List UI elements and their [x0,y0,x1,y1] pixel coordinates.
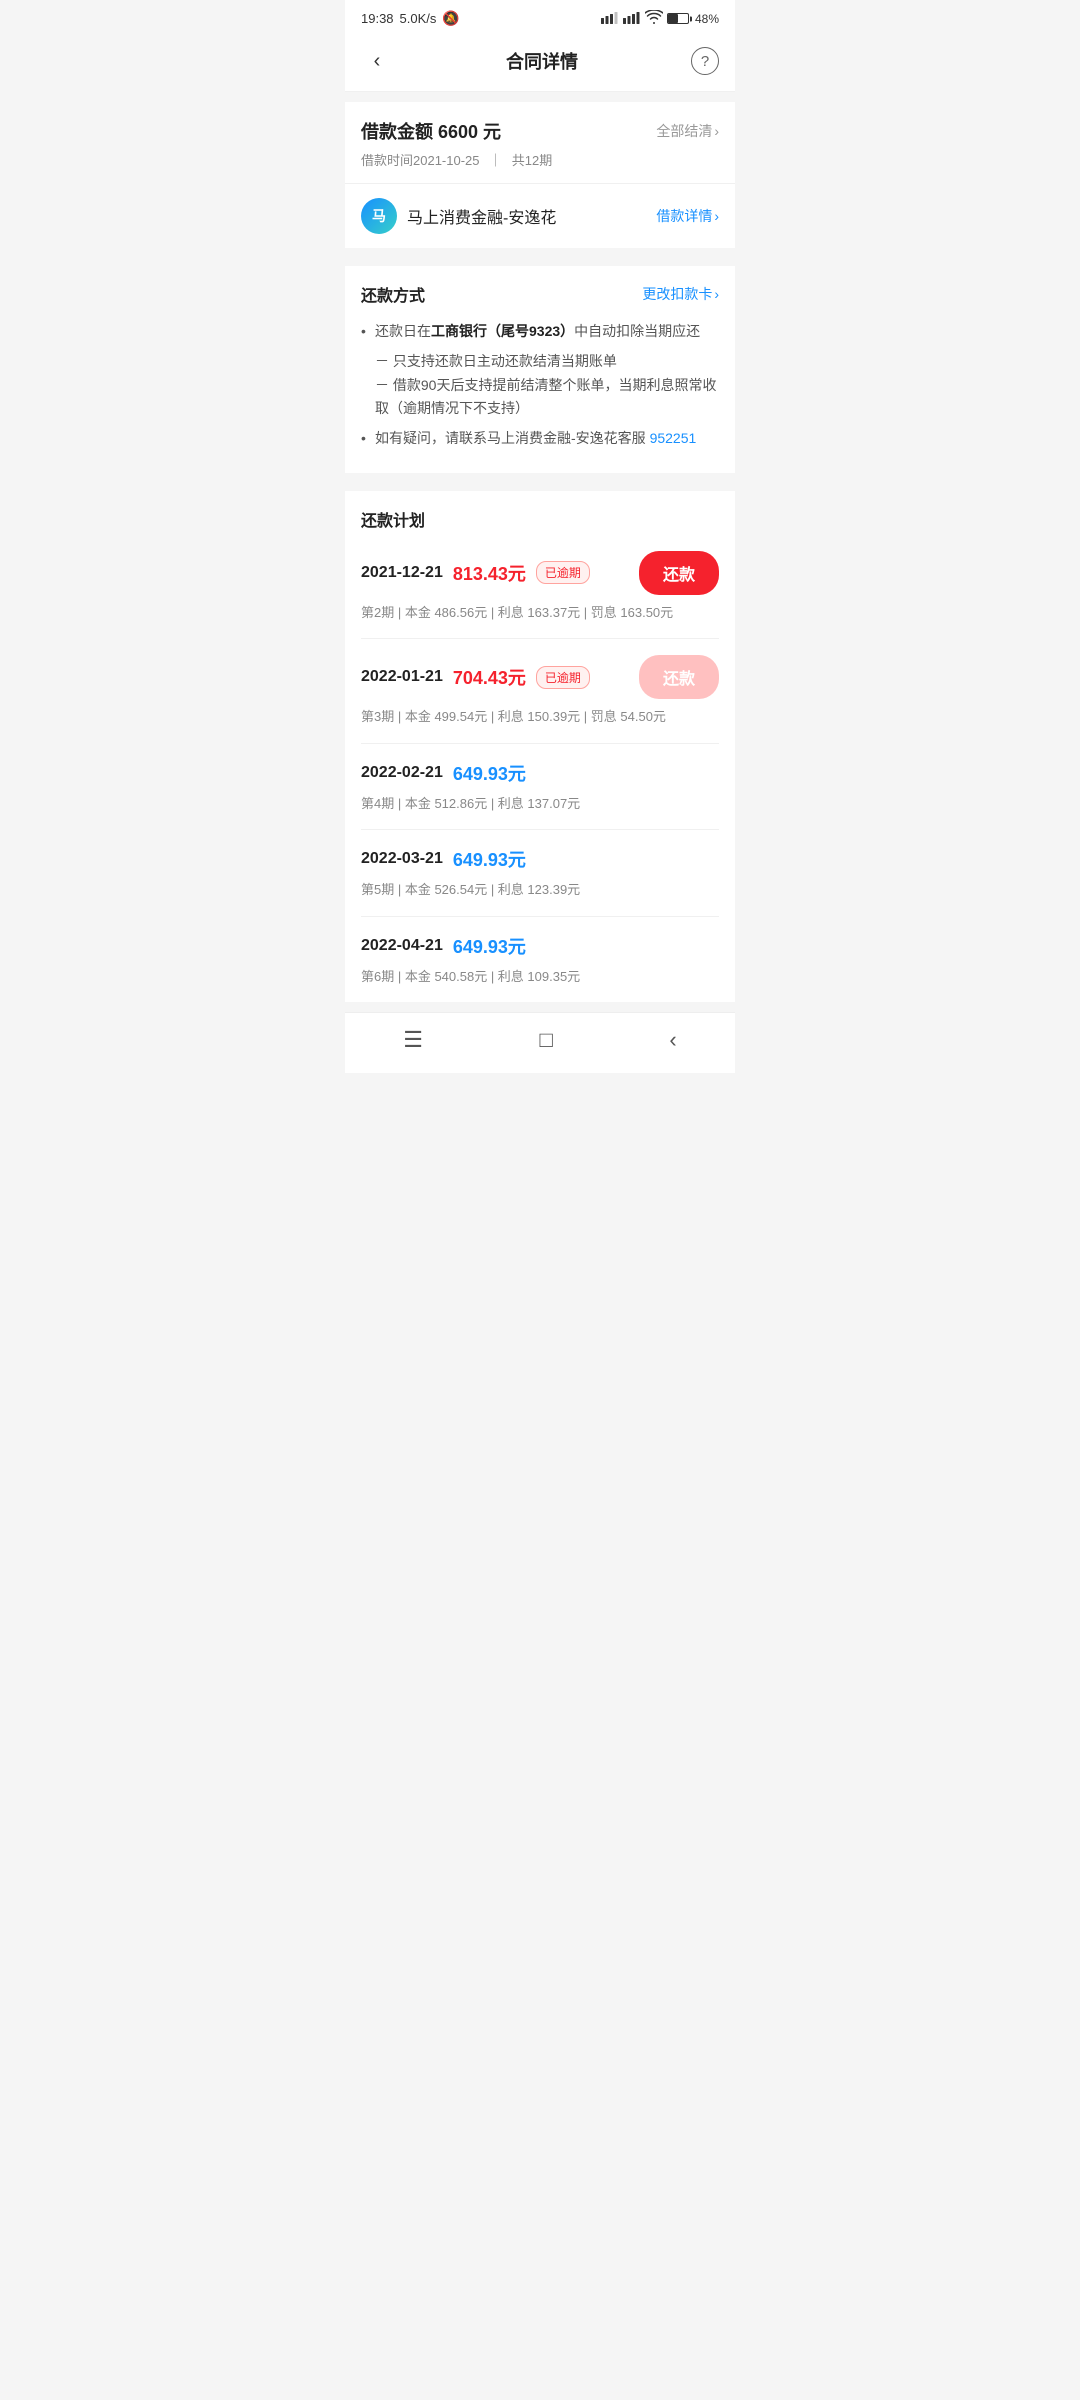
plan-date: 2021-12-21 [361,564,443,582]
no-notification-icon: 🔕 [442,10,459,27]
detail-chevron-icon: › [714,208,719,224]
lender-row: 马 马上消费金融-安逸花 借款详情 › [345,183,735,248]
repay-method-item-3: 如有疑问，请联系马上消费金融-安逸花客服 952251 [361,427,719,451]
repay-method-item-1: 还款日在工商银行（尾号9323）中自动扣除当期应还 [361,320,719,344]
plan-date: 2022-03-21 [361,850,443,868]
loan-amount-title: 借款金额 6600 元 [361,118,501,144]
battery-indicator: 48% [667,12,719,26]
repay-method-item-2: － 只支持还款日主动还款结清当期账单 － 借款90天后支持提前结清整个账单，当期… [361,350,719,421]
time: 19:38 [361,11,394,26]
plan-item: 2022-03-21 649.93元第5期 | 本金 526.54元 | 利息 1… [361,830,719,917]
plan-detail: 第4期 | 本金 512.86元 | 利息 137.07元 [361,794,719,814]
signal-icon-2 [623,11,641,27]
plan-item: 2022-04-21 649.93元第6期 | 本金 540.58元 | 利息 1… [361,917,719,1003]
plan-amount: 704.43元 [453,664,526,690]
loan-detail-button[interactable]: 借款详情 › [656,206,719,226]
status-left: 19:38 5.0K/s 🔕 [361,10,460,27]
plan-detail: 第3期 | 本金 499.54元 | 利息 150.39元 | 罚息 54.50… [361,707,719,727]
overdue-badge: 已逾期 [536,561,590,584]
back-button[interactable]: ‹ [361,45,393,77]
divider-1 [345,258,735,266]
top-nav: ‹ 合同详情 ? [345,33,735,92]
plan-amount: 813.43元 [453,560,526,586]
repay-method-section: 还款方式 更改扣款卡 › 还款日在工商银行（尾号9323）中自动扣除当期应还 －… [345,266,735,473]
status-bar: 19:38 5.0K/s 🔕 [345,0,735,33]
bank-name: 工商银行（尾号9323） [431,323,574,339]
home-icon: □ [540,1027,553,1053]
menu-icon: ☰ [403,1027,423,1053]
plan-date: 2022-02-21 [361,764,443,782]
customer-service-phone[interactable]: 952251 [650,430,697,446]
page-title: 合同详情 [506,48,578,74]
nav-home-button[interactable]: □ [540,1027,553,1053]
lender-name: 马上消费金融-安逸花 [407,204,556,228]
nav-back-button[interactable]: ‹ [669,1027,676,1053]
wifi-icon [645,10,663,27]
settle-chevron-icon: › [714,123,719,139]
back-nav-icon: ‹ [669,1027,676,1053]
plan-item: 2022-02-21 649.93元第4期 | 本金 512.86元 | 利息 1… [361,744,719,831]
lender-icon: 马 [361,198,397,234]
plan-amount: 649.93元 [453,933,526,959]
repay-button[interactable]: 还款 [639,655,719,699]
repay-method-title: 还款方式 [361,282,425,306]
loan-periods: 共12期 [512,153,552,168]
plan-amount: 649.93元 [453,760,526,786]
plan-amount: 649.93元 [453,846,526,872]
overdue-badge: 已逾期 [536,666,590,689]
loan-summary-section: 借款金额 6600 元 全部结清 › 借款时间2021-10-25 ｜ 共12期… [345,102,735,248]
plan-detail: 第2期 | 本金 486.56元 | 利息 163.37元 | 罚息 163.5… [361,603,719,623]
settle-all-button[interactable]: 全部结清 › [656,121,719,141]
change-card-chevron-icon: › [714,286,719,302]
plan-item: 2022-01-21 704.43元已逾期 还款第3期 | 本金 499.54元 |… [361,639,719,744]
nav-menu-button[interactable]: ☰ [403,1027,423,1053]
network-speed: 5.0K/s [400,11,437,26]
loan-meta: 借款时间2021-10-25 ｜ 共12期 [361,150,719,169]
plan-item: 2021-12-21 813.43元已逾期 还款第2期 | 本金 486.56元 |… [361,535,719,640]
plan-date: 2022-04-21 [361,937,443,955]
loan-date: 借款时间2021-10-25 [361,153,480,168]
status-right: 48% [601,10,719,27]
repay-button[interactable]: 还款 [639,551,719,595]
bottom-nav: ☰ □ ‹ [345,1012,735,1073]
signal-icon [601,11,619,27]
change-card-button[interactable]: 更改扣款卡 › [642,284,719,304]
help-button[interactable]: ? [691,47,719,75]
plan-detail: 第5期 | 本金 526.54元 | 利息 123.39元 [361,880,719,900]
repay-method-list: 还款日在工商银行（尾号9323）中自动扣除当期应还 － 只支持还款日主动还款结清… [361,320,719,451]
plan-items-container: 2021-12-21813.43元已逾期还款第2期 | 本金 486.56元 |… [361,535,719,1003]
repay-plan-title: 还款计划 [361,507,719,531]
divider-2 [345,483,735,491]
plan-detail: 第6期 | 本金 540.58元 | 利息 109.35元 [361,967,719,987]
plan-date: 2022-01-21 [361,668,443,686]
battery-percent: 48% [695,12,719,26]
repay-plan-section: 还款计划 2021-12-21813.43元已逾期还款第2期 | 本金 486.… [345,491,735,1003]
